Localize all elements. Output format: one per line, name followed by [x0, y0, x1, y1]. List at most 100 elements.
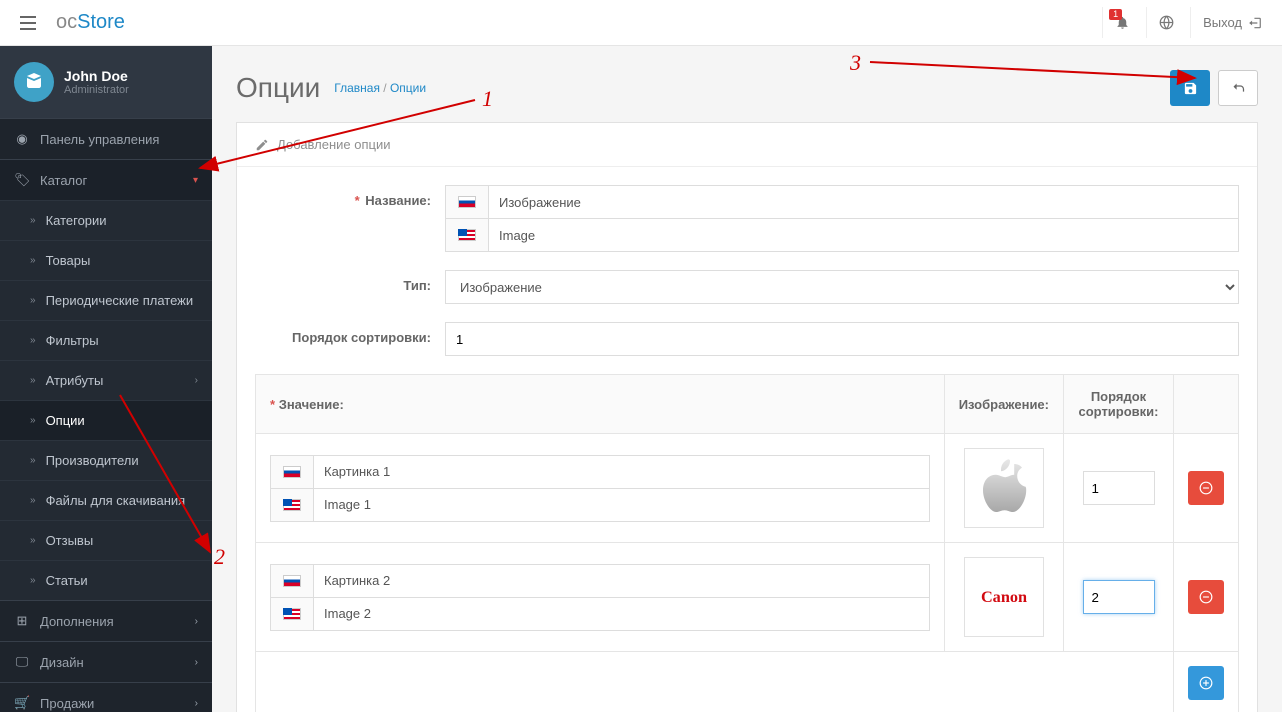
flag-en-icon: [283, 499, 301, 511]
panel-heading: Добавление опции: [237, 123, 1257, 167]
nav-catalog-submenu: »Категории »Товары »Периодические платеж…: [0, 200, 212, 600]
input-value-en-1[interactable]: [314, 597, 930, 631]
breadcrumb-home[interactable]: Главная: [334, 81, 380, 95]
topbar: ocStore 1 Выход: [0, 0, 1282, 46]
th-action: [1174, 375, 1239, 434]
input-row-sort-0[interactable]: [1083, 471, 1155, 505]
image-thumb-1[interactable]: Canon: [964, 557, 1044, 637]
input-sort[interactable]: [445, 322, 1239, 356]
input-value-ru-0[interactable]: [314, 455, 930, 489]
input-name-ru[interactable]: [489, 185, 1239, 219]
nav-manufacturers[interactable]: »Производители: [0, 440, 212, 480]
select-type[interactable]: Изображение: [445, 270, 1239, 304]
nav-sales[interactable]: 🛒Продажи›: [0, 682, 212, 712]
panel-heading-text: Добавление опции: [277, 137, 391, 152]
th-image: Изображение:: [944, 375, 1063, 434]
nav-articles[interactable]: »Статьи: [0, 560, 212, 600]
logo-store: Store: [77, 11, 125, 33]
option-values-table: * Значение: Изображение: Порядок сортиро…: [255, 374, 1239, 712]
chevron-right-icon: ›: [195, 375, 198, 386]
apple-logo-icon: [974, 458, 1034, 518]
input-name-en[interactable]: [489, 218, 1239, 252]
panel: Добавление опции * Название:: [236, 122, 1258, 712]
chevron-icon: »: [30, 495, 36, 506]
chevron-icon: »: [30, 335, 36, 346]
th-sort: Порядок сортировки:: [1064, 375, 1174, 434]
notifications-badge: 1: [1109, 9, 1122, 20]
puzzle-icon: ⊞: [14, 613, 30, 629]
nav-filters[interactable]: »Фильтры: [0, 320, 212, 360]
user-block: John Doe Administrator: [0, 46, 212, 118]
flag-en-icon: [458, 229, 476, 241]
chevron-icon: »: [30, 295, 36, 306]
chevron-down-icon: ▾: [193, 175, 198, 186]
label-sort: Порядок сортировки:: [255, 322, 445, 345]
nav-options[interactable]: »Опции: [0, 400, 212, 440]
nav-reviews[interactable]: »Отзывы: [0, 520, 212, 560]
nav-products[interactable]: »Товары: [0, 240, 212, 280]
nav-catalog-label: Каталог: [40, 173, 183, 188]
table-row: Canon: [256, 543, 1239, 652]
dashboard-icon: ◉: [14, 131, 30, 147]
page-header: Опции Главная / Опции: [236, 70, 1258, 106]
save-icon: [1183, 81, 1198, 96]
nav-recurring[interactable]: »Периодические платежи: [0, 280, 212, 320]
label-type: Тип:: [255, 270, 445, 293]
logout-button[interactable]: Выход: [1190, 7, 1274, 38]
logo[interactable]: ocStore: [56, 11, 125, 34]
remove-row-button-0[interactable]: [1188, 471, 1224, 505]
image-thumb-0[interactable]: [964, 448, 1044, 528]
flag-ru-icon: [458, 196, 476, 208]
flag-en-icon: [283, 608, 301, 620]
cancel-button[interactable]: [1218, 70, 1258, 106]
input-value-ru-1[interactable]: [314, 564, 930, 598]
cart-icon: 🛒: [14, 695, 30, 711]
nav-dashboard-label: Панель управления: [40, 132, 198, 147]
logout-icon: [1248, 16, 1262, 30]
input-value-en-0[interactable]: [314, 488, 930, 522]
add-row-button[interactable]: [1188, 666, 1224, 700]
breadcrumb-current[interactable]: Опции: [390, 81, 426, 95]
back-icon: [1231, 81, 1246, 96]
flag-en-addon: [445, 218, 489, 252]
input-row-sort-1[interactable]: [1083, 580, 1155, 614]
chevron-icon: »: [30, 455, 36, 466]
tag-icon: 🏷: [14, 172, 30, 188]
chevron-right-icon: ›: [195, 698, 198, 709]
table-row-add: [256, 652, 1239, 712]
plus-icon: [1199, 676, 1213, 690]
nav-attributes[interactable]: »Атрибуты›: [0, 360, 212, 400]
row-type: Тип: Изображение: [255, 270, 1239, 304]
row-sort: Порядок сортировки:: [255, 322, 1239, 356]
table-row: [256, 434, 1239, 543]
globe-icon: [1159, 15, 1174, 30]
label-name: * Название:: [255, 185, 445, 208]
chevron-icon: »: [30, 415, 36, 426]
chevron-icon: »: [30, 255, 36, 266]
minus-icon: [1199, 481, 1213, 495]
monitor-icon: 🖵: [14, 654, 30, 670]
nav-extensions[interactable]: ⊞Дополнения›: [0, 600, 212, 641]
store-front-button[interactable]: [1146, 7, 1186, 38]
remove-row-button-1[interactable]: [1188, 580, 1224, 614]
user-name: John Doe: [64, 68, 129, 84]
save-button[interactable]: [1170, 70, 1210, 106]
nav-dashboard[interactable]: ◉ Панель управления: [0, 118, 212, 159]
chevron-icon: »: [30, 575, 36, 586]
nav-downloads[interactable]: »Файлы для скачивания: [0, 480, 212, 520]
nav-design[interactable]: 🖵Дизайн›: [0, 641, 212, 682]
logout-label: Выход: [1203, 15, 1242, 30]
chevron-right-icon: ›: [195, 657, 198, 668]
minus-icon: [1199, 590, 1213, 604]
nav-catalog[interactable]: 🏷 Каталог ▾: [0, 159, 212, 200]
avatar: [14, 62, 54, 102]
breadcrumb: Главная / Опции: [334, 81, 426, 95]
menu-toggle-button[interactable]: [8, 8, 48, 38]
row-name: * Название:: [255, 185, 1239, 252]
nav-categories[interactable]: »Категории: [0, 200, 212, 240]
sidebar: John Doe Administrator ◉ Панель управлен…: [0, 46, 212, 712]
flag-ru-icon: [283, 466, 301, 478]
svg-text:Canon: Canon: [981, 587, 1027, 606]
notifications-button[interactable]: 1: [1102, 7, 1142, 38]
chevron-right-icon: ›: [195, 616, 198, 627]
